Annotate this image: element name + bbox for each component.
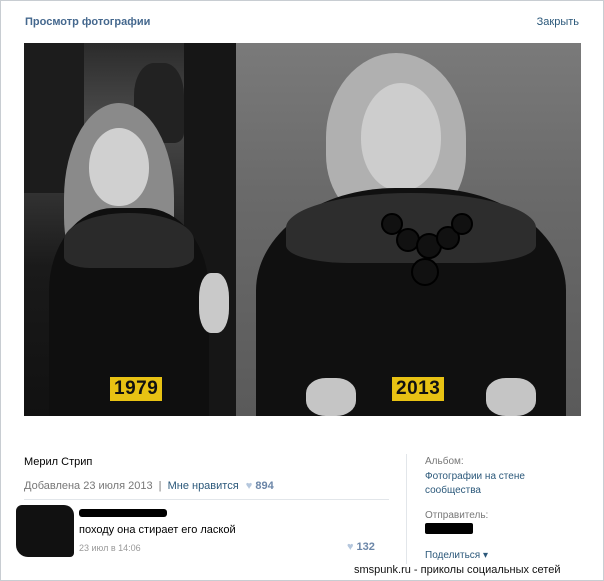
viewer-title: Просмотр фотографии [25,16,151,28]
hand [199,273,229,333]
viewer-header: Просмотр фотографии Закрыть [1,1,603,43]
share-button[interactable]: Поделиться ▾ [425,550,488,561]
photo-left-1979: 1979 [24,43,236,416]
sidebar-divider [406,454,407,564]
close-link[interactable]: Закрыть [537,16,579,28]
sender-label: Отправитель: [425,510,489,521]
meta-separator: | [158,480,162,492]
album-link[interactable]: Фотографии на стене сообщества [425,470,545,498]
comment-author-redacted[interactable] [79,509,167,517]
year-badge-2013: 2013 [392,377,445,401]
comment-likes-count: 132 [356,541,375,553]
year-badge-1979: 1979 [110,377,163,401]
sender-redacted[interactable] [425,523,473,534]
comment-avatar[interactable] [16,505,74,557]
hand [486,378,536,416]
comment-likes[interactable]: ♥ 132 [347,541,375,553]
face [361,83,441,191]
photo-right-2013: 2013 [236,43,581,416]
hand [306,378,356,416]
photo-viewer: Просмотр фотографии Закрыть 1979 2013 Ме… [0,0,604,581]
divider [24,499,389,500]
heart-icon[interactable]: ♥ [347,541,354,553]
face [89,128,149,206]
comment-text: походу она стирает его лаской [79,524,236,536]
added-date: Добавлена 23 июля 2013 [24,480,153,492]
necklace-bead [451,213,473,235]
photo-meta: Добавлена 23 июля 2013 | Мне нравится ♥ … [24,480,274,492]
album-label: Альбом: [425,456,464,467]
likes-count: 894 [255,480,274,492]
comment-date[interactable]: 23 июл в 14:06 [79,543,141,553]
lace-yoke [64,213,194,268]
necklace-bead [411,258,439,286]
heart-icon[interactable]: ♥ [246,480,253,492]
watermark: smspunk.ru - приколы социальных сетей [352,564,563,576]
photo[interactable]: 1979 2013 [24,43,581,416]
photo-caption: Мерил Стрип [24,456,93,468]
like-button[interactable]: Мне нравится [168,480,239,492]
